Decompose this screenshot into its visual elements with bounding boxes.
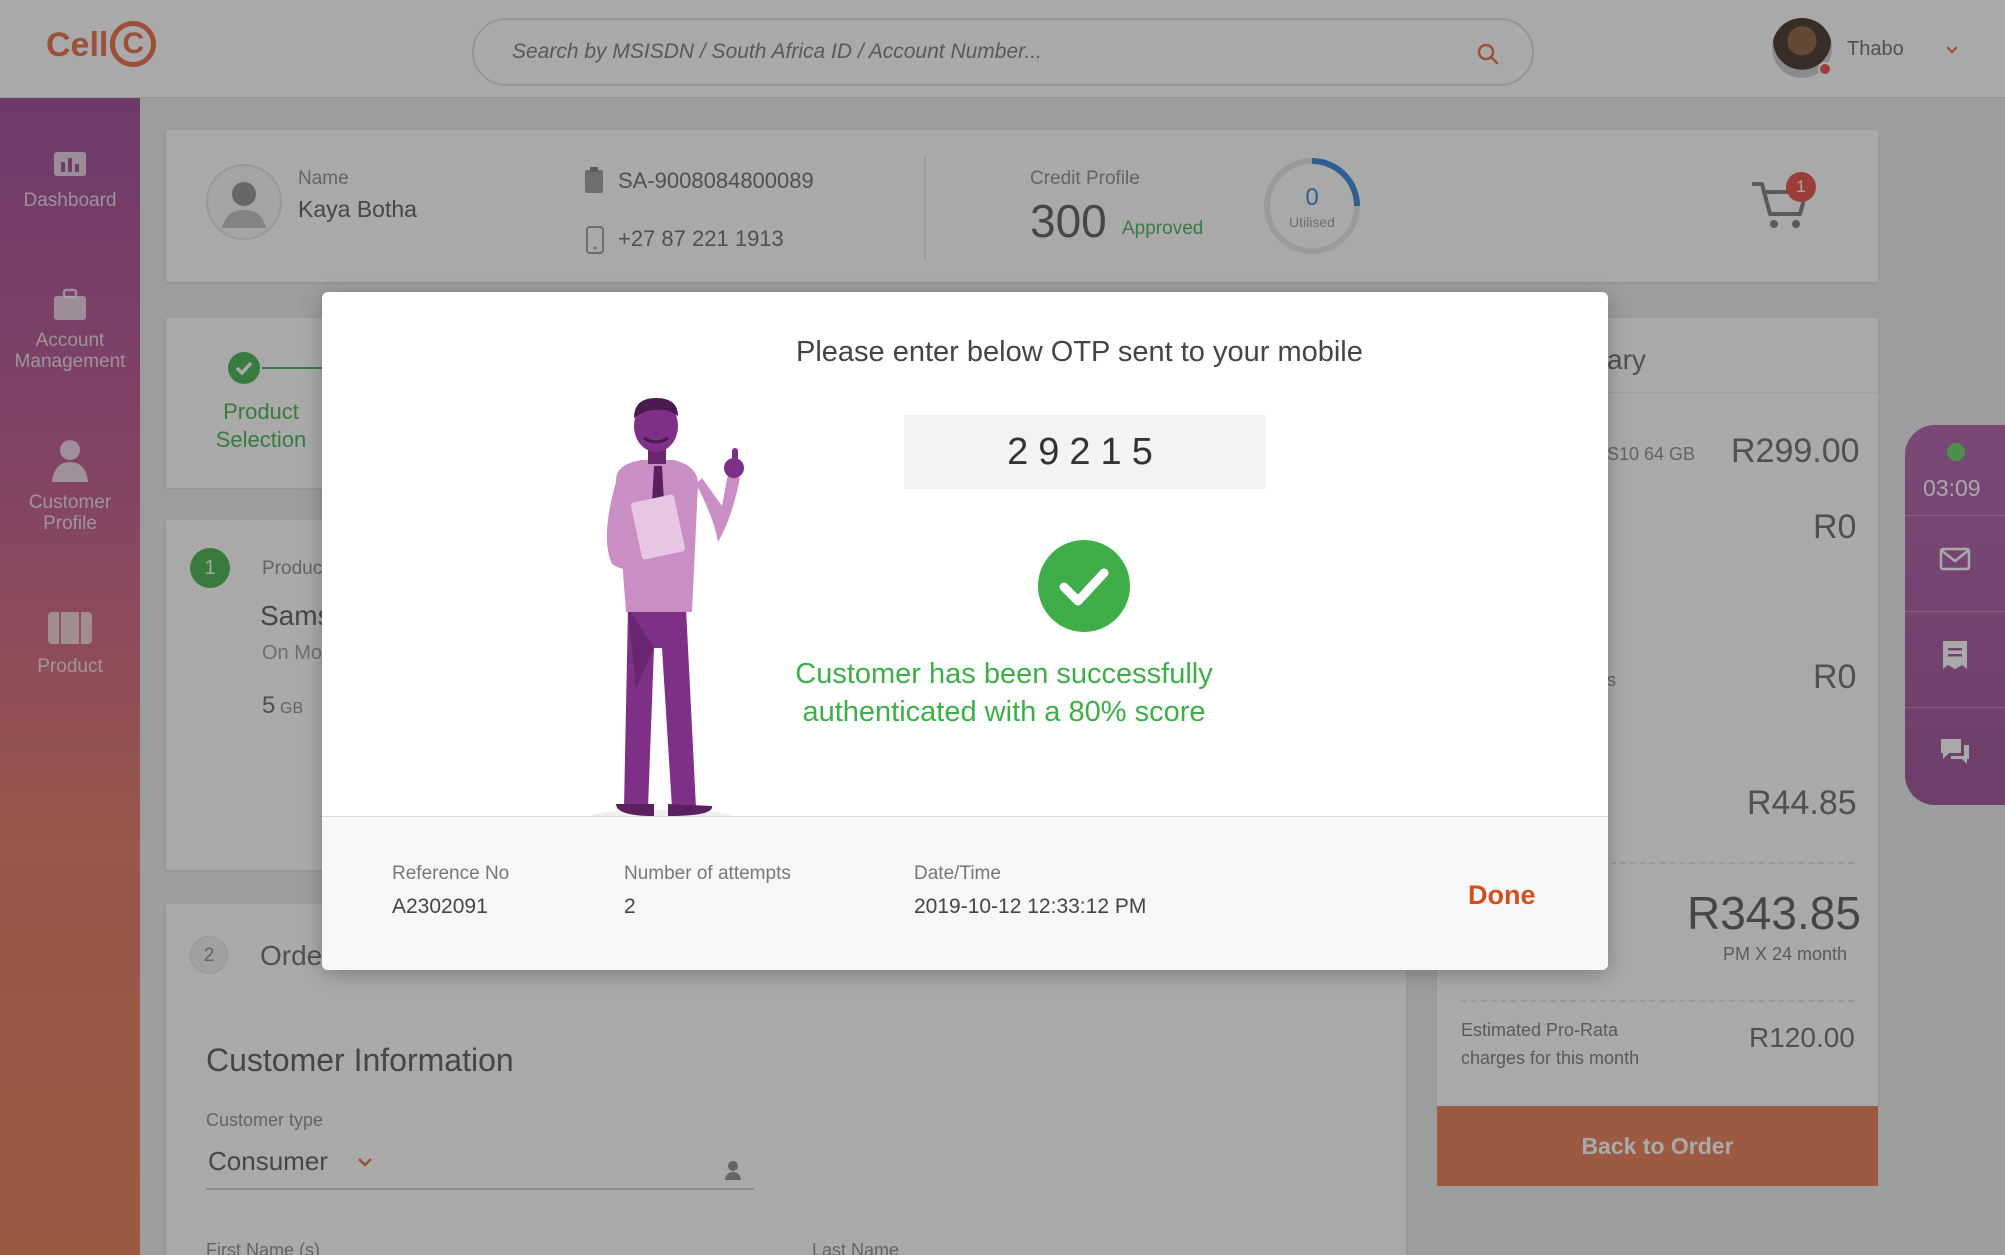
attempts-label: Number of attempts [624,863,791,884]
otp-modal: Please enter below OTP sent to your mobi… [322,292,1608,970]
man-illustration [591,398,744,818]
success-check-icon [1038,540,1130,632]
datetime-label: Date/Time [914,863,1001,884]
datetime-value: 2019-10-12 12:33:12 PM [914,895,1147,918]
success-message-line-1: Customer has been successfully [795,658,1213,690]
otp-display: 29215 [904,415,1266,489]
modal-heading: Please enter below OTP sent to your mobi… [796,336,1363,368]
done-button[interactable]: Done [1468,880,1536,911]
reference-no-value: A2302091 [392,895,488,918]
reference-no-label: Reference No [392,863,510,884]
attempts-value: 2 [624,895,636,918]
modal-footer: Reference No A2302091 Number of attempts… [322,816,1608,970]
success-message-line-2: authenticated with a 80% score [802,696,1206,728]
